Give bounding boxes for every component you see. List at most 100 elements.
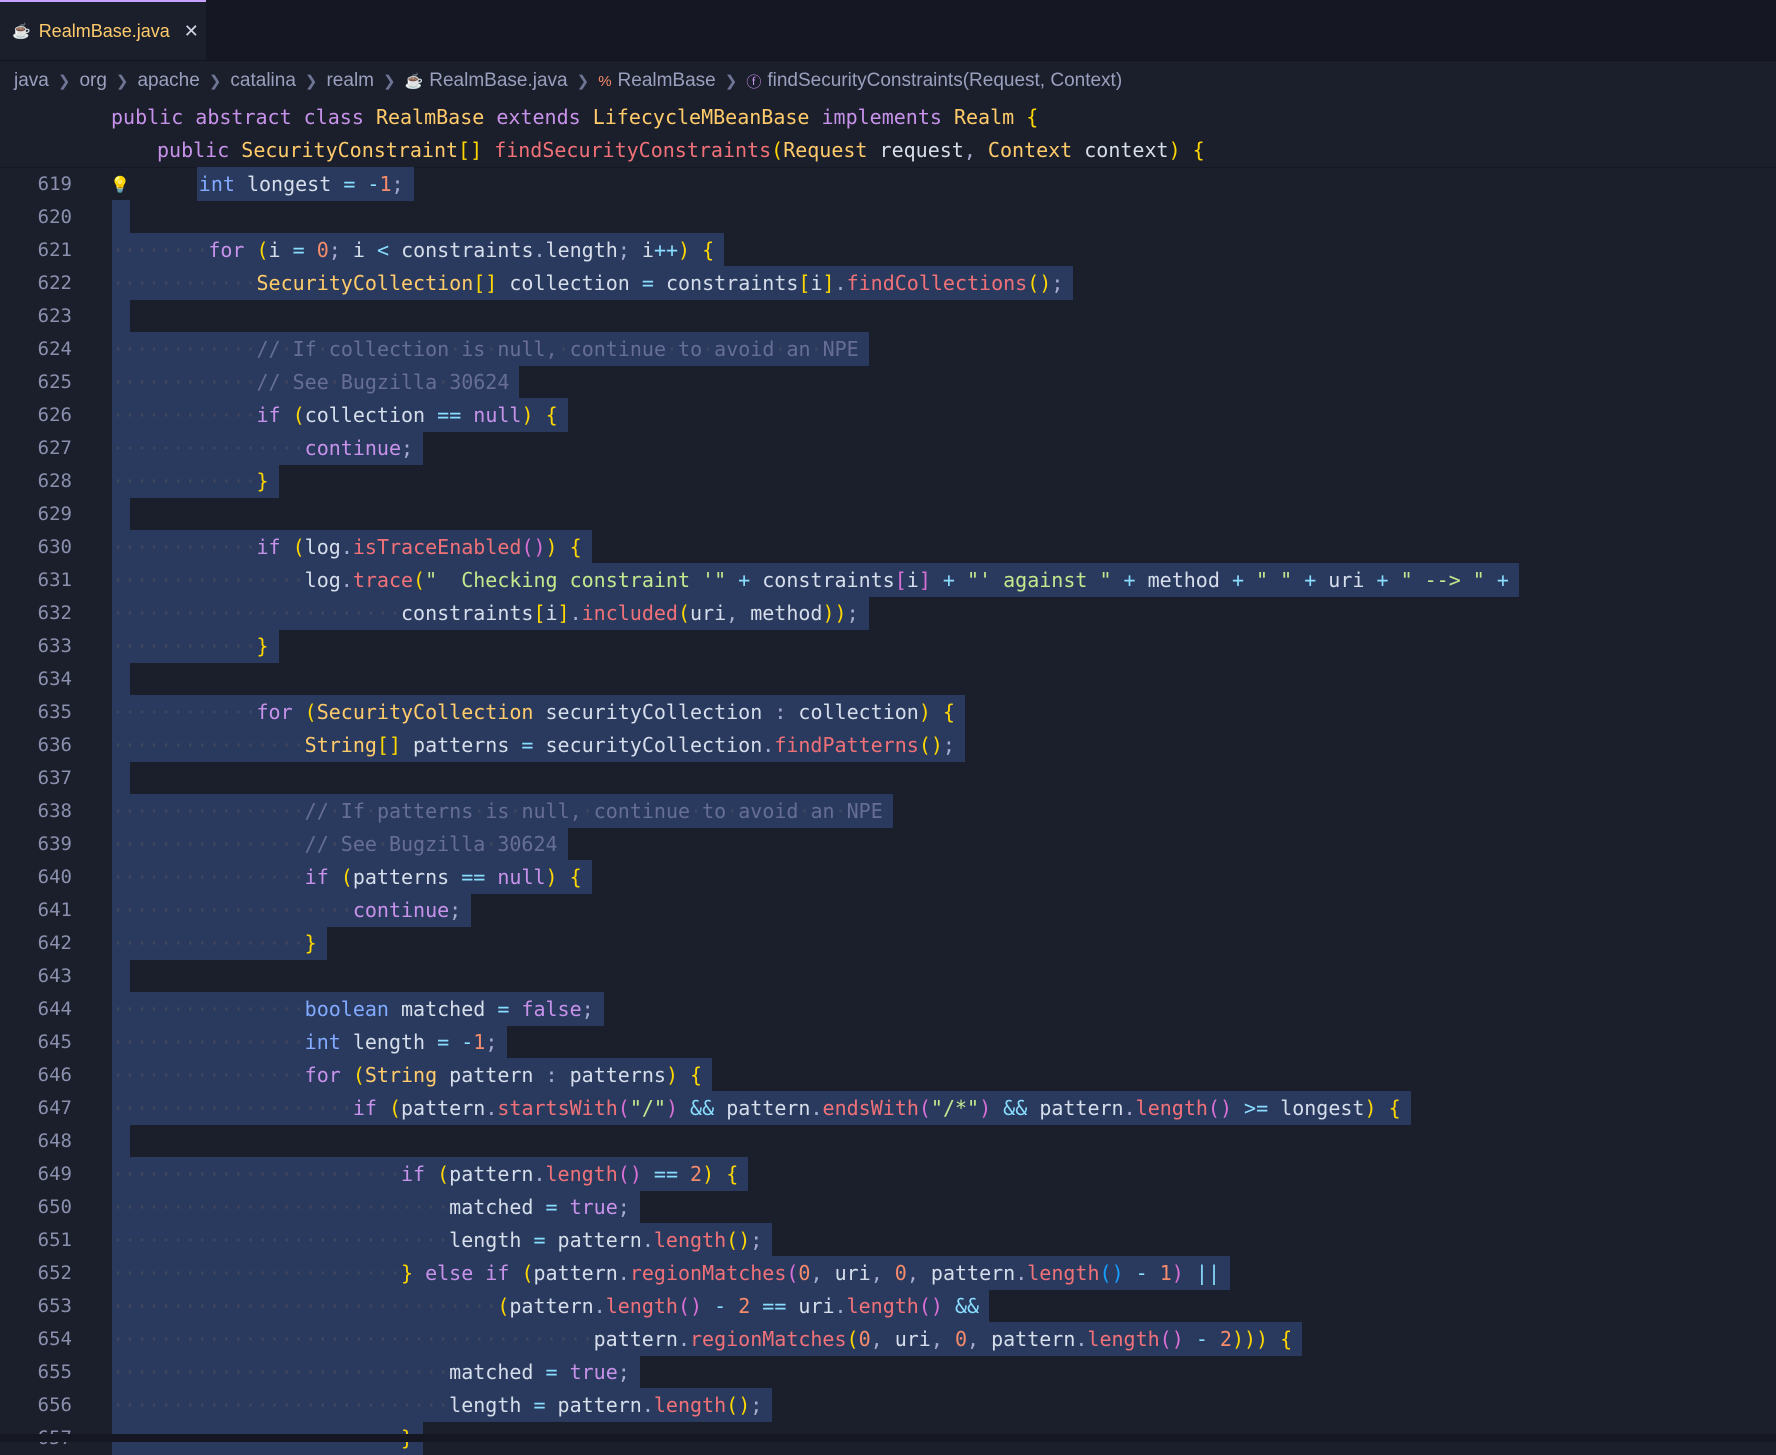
code-line[interactable]: 623 [0, 300, 1776, 333]
code-line-text: ································(pattern… [112, 1290, 989, 1323]
line-number: 648 [0, 1125, 72, 1158]
code-line[interactable]: 648 [0, 1125, 1776, 1158]
code-line[interactable]: 624············//·If·collection·is·null,… [0, 333, 1776, 366]
breadcrumb: java ❯ org ❯ apache ❯ catalina ❯ realm ❯… [0, 61, 1776, 101]
code-line[interactable]: 630············if (log.isTraceEnabled())… [0, 531, 1776, 564]
code-line[interactable]: 631 ················log.trace(" Checking … [0, 564, 1776, 597]
code-line-text: ············SecurityCollection[] collect… [112, 267, 1073, 300]
class-icon: % [598, 73, 611, 90]
code-line[interactable]: 645················int length = -1; [0, 1026, 1776, 1059]
breadcrumb-item-realm[interactable]: realm [326, 70, 374, 92]
code-line[interactable]: 649························if (pattern.l… [0, 1158, 1776, 1191]
code-line-text: ················String[] patterns = secu… [112, 729, 965, 762]
line-number: 628 [0, 465, 72, 498]
method-icon: ⓕ [746, 71, 761, 92]
code-line[interactable]: 635 ············for (SecurityCollection s… [0, 696, 1776, 729]
line-number: 655 [0, 1356, 72, 1389]
close-icon[interactable]: ✕ [184, 21, 199, 42]
code-line[interactable]: 633············} [0, 630, 1776, 663]
code-line[interactable]: 647 ····················if (pattern.start… [0, 1092, 1776, 1125]
line-number: 634 [0, 663, 72, 696]
code-line-text [112, 300, 130, 333]
code-line[interactable]: 656····························length = … [0, 1389, 1776, 1422]
line-number: 651 [0, 1224, 72, 1257]
code-line-text [112, 1125, 130, 1158]
sticky-line-class[interactable]: public abstract class RealmBase extends … [0, 101, 1776, 134]
line-number: 647 [0, 1092, 72, 1125]
breadcrumb-item-org[interactable]: org [79, 70, 106, 92]
code-line[interactable]: 650 ····························matched =… [0, 1191, 1776, 1224]
code-line-text: ················continue; [112, 432, 423, 465]
java-file-icon: ☕ [405, 72, 424, 90]
line-number: 649 [0, 1158, 72, 1191]
code-line-text: ····················if (pattern.startsWi… [112, 1092, 1411, 1125]
code-line[interactable]: 651····························length = … [0, 1224, 1776, 1257]
line-number: 622 [0, 267, 72, 300]
line-number: 619 [0, 168, 72, 201]
line-number: 656 [0, 1389, 72, 1422]
code-line[interactable]: 621········for (i = 0; i < constraints.l… [0, 234, 1776, 267]
code-line[interactable]: 625············//·See·Bugzilla·30624 [0, 366, 1776, 399]
code-line[interactable]: 636················String[] patterns = s… [0, 729, 1776, 762]
chevron-right-icon: ❯ [209, 72, 222, 90]
line-number: 640 [0, 861, 72, 894]
line-number: 626 [0, 399, 72, 432]
code-line-text: ············for (SecurityCollection secu… [112, 696, 965, 729]
code-line[interactable]: 622 ············SecurityCollection[] coll… [0, 267, 1776, 300]
code-line-text: ····························matched = tr… [112, 1191, 640, 1224]
code-line[interactable]: 626············if (collection == null) { [0, 399, 1776, 432]
code-line[interactable]: 629 [0, 498, 1776, 531]
chevron-right-icon: ❯ [58, 72, 71, 90]
chevron-right-icon: ❯ [305, 72, 318, 90]
code-line-text: ············if (log.isTraceEnabled()) { [112, 531, 592, 564]
breadcrumb-item-catalina[interactable]: catalina [230, 70, 296, 92]
line-number: 631 [0, 564, 72, 597]
code-line[interactable]: 619💡int longest = -1; [0, 168, 1776, 201]
code-line[interactable]: 643 [0, 960, 1776, 993]
code-line[interactable]: 640················if (patterns == null)… [0, 861, 1776, 894]
breadcrumb-item-apache[interactable]: apache [137, 70, 199, 92]
sticky-line-text: public abstract class RealmBase extends … [111, 101, 1038, 134]
code-line[interactable]: 627················continue; [0, 432, 1776, 465]
code-line[interactable]: 638················//·If·patterns·is·nul… [0, 795, 1776, 828]
code-line[interactable]: 642················} [0, 927, 1776, 960]
breadcrumb-item-java[interactable]: java [14, 70, 49, 92]
code-line[interactable]: 654 ·····································… [0, 1323, 1776, 1356]
code-line-text: ················for (String pattern : pa… [112, 1059, 712, 1092]
code-line[interactable]: 646················for (String pattern :… [0, 1059, 1776, 1092]
code-line-text: ················int length = -1; [112, 1026, 507, 1059]
code-editor[interactable]: 619💡int longest = -1;620621········for (… [0, 168, 1776, 1455]
line-number: 652 [0, 1257, 72, 1290]
code-line[interactable]: 637 [0, 762, 1776, 795]
breadcrumb-item-method[interactable]: findSecurityConstraints(Request, Context… [767, 70, 1122, 92]
code-line[interactable]: 620 [0, 201, 1776, 234]
code-line-text [112, 201, 130, 234]
line-number: 650 [0, 1191, 72, 1224]
code-line[interactable]: 634 [0, 663, 1776, 696]
breadcrumb-item-file[interactable]: RealmBase.java [429, 70, 567, 92]
tab-realmbase-java[interactable]: ☕ RealmBase.java ✕ [0, 0, 206, 60]
line-number: 632 [0, 597, 72, 630]
code-line-text [112, 498, 130, 531]
code-line-text: ················log.trace(" Checking con… [112, 564, 1519, 597]
code-line-text [112, 762, 130, 795]
code-line[interactable]: 641····················continue; [0, 894, 1776, 927]
code-line[interactable]: 639················//·See·Bugzilla·30624 [0, 828, 1776, 861]
breadcrumb-item-class[interactable]: RealmBase [618, 70, 716, 92]
code-line[interactable]: 655····························matched =… [0, 1356, 1776, 1389]
code-line[interactable]: 653································(patt… [0, 1290, 1776, 1323]
line-number: 638 [0, 795, 72, 828]
code-line[interactable]: 628············} [0, 465, 1776, 498]
line-number: 635 [0, 696, 72, 729]
code-line[interactable]: 644················boolean matched = fal… [0, 993, 1776, 1026]
horizontal-scrollbar[interactable] [0, 1434, 1776, 1442]
line-number: 639 [0, 828, 72, 861]
java-file-icon: ☕ [12, 22, 31, 40]
sticky-line-method[interactable]: public SecurityConstraint[] findSecurity… [0, 134, 1776, 167]
line-number: 654 [0, 1323, 72, 1356]
code-line-text: ················} [112, 927, 327, 960]
code-line[interactable]: 652························} else if (pa… [0, 1257, 1776, 1290]
code-line-text: ········································… [112, 1323, 1302, 1356]
code-line[interactable]: 632························constraints[i… [0, 597, 1776, 630]
code-line-text: ············} [112, 630, 279, 663]
